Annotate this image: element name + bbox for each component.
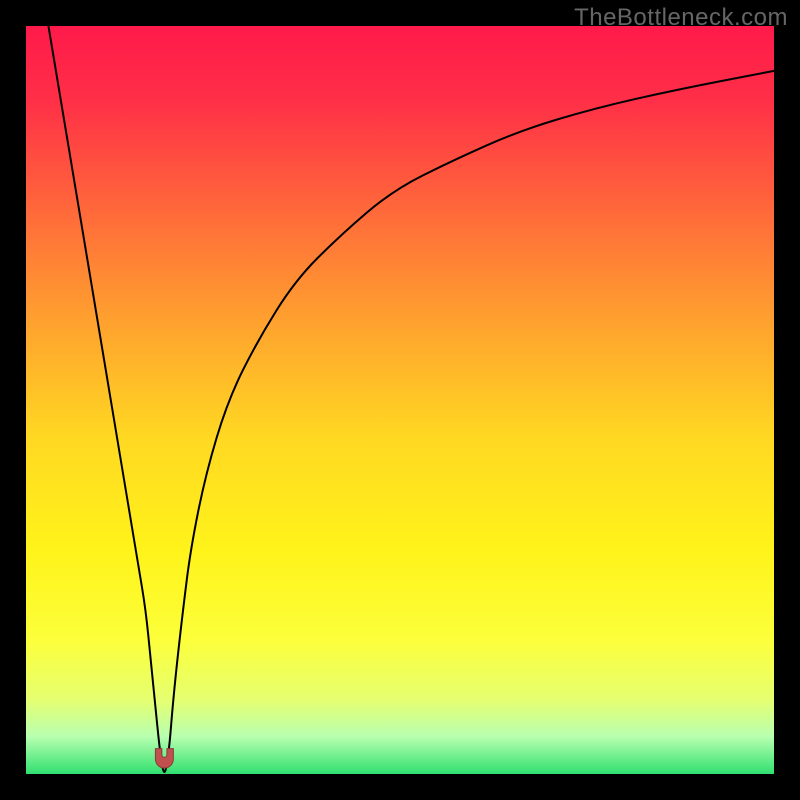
chart-frame: TheBottleneck.com: [0, 0, 800, 800]
watermark-text: TheBottleneck.com: [574, 4, 788, 32]
gradient-background: [26, 26, 774, 774]
plot-area: [26, 26, 774, 774]
chart-svg: [26, 26, 774, 774]
